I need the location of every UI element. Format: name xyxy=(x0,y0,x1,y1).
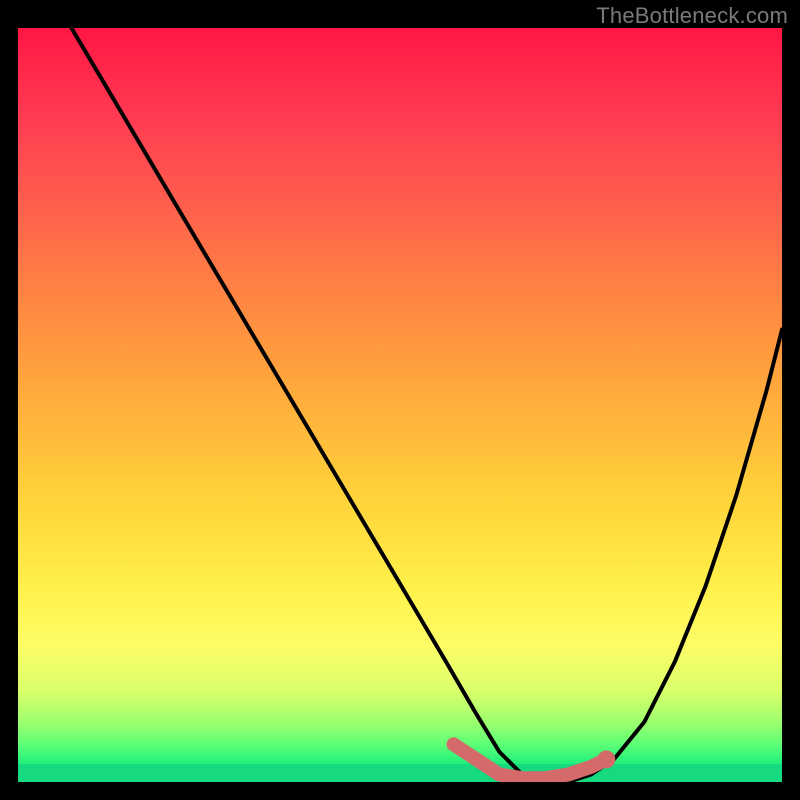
chart-frame xyxy=(18,28,782,782)
watermark-text: TheBottleneck.com xyxy=(596,3,788,29)
bottleneck-curve-svg xyxy=(18,28,782,782)
bottleneck-curve-path xyxy=(18,28,782,782)
highlight-point xyxy=(597,750,615,768)
highlight-segment-path xyxy=(454,744,607,778)
